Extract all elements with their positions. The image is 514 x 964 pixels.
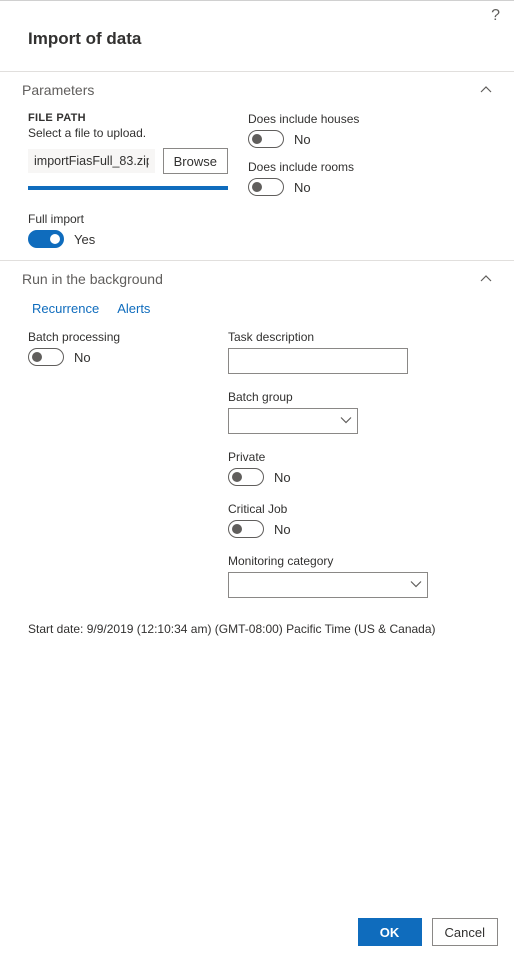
task-description-input[interactable] xyxy=(228,348,408,374)
file-path-hint: Select a file to upload. xyxy=(28,126,228,140)
critical-job-label: Critical Job xyxy=(228,502,486,516)
full-import-label: Full import xyxy=(28,212,486,226)
section-parameters: Parameters FILE PATH Select a file to up… xyxy=(0,71,514,260)
file-path-input[interactable] xyxy=(28,149,155,173)
private-text: No xyxy=(274,470,291,485)
task-description-label: Task description xyxy=(228,330,486,344)
full-import-toggle[interactable] xyxy=(28,230,64,248)
page-title: Import of data xyxy=(0,25,514,71)
private-label: Private xyxy=(228,450,486,464)
section-background: Run in the background Recurrence Alerts … xyxy=(0,260,514,636)
chevron-up-icon xyxy=(480,273,492,285)
help-icon[interactable]: ? xyxy=(491,7,500,25)
include-rooms-label: Does include rooms xyxy=(248,160,486,174)
section-background-title: Run in the background xyxy=(22,271,163,287)
full-import-text: Yes xyxy=(74,232,95,247)
batch-processing-label: Batch processing xyxy=(28,330,208,344)
include-houses-toggle[interactable] xyxy=(248,130,284,148)
critical-job-toggle[interactable] xyxy=(228,520,264,538)
section-background-header[interactable]: Run in the background xyxy=(0,261,514,297)
file-path-label: FILE PATH xyxy=(28,112,228,124)
dialog-footer: OK Cancel xyxy=(0,906,514,964)
section-parameters-title: Parameters xyxy=(22,82,94,98)
include-rooms-toggle[interactable] xyxy=(248,178,284,196)
include-houses-text: No xyxy=(294,132,311,147)
start-date-text: Start date: 9/9/2019 (12:10:34 am) (GMT-… xyxy=(0,618,514,636)
batch-processing-text: No xyxy=(74,350,91,365)
browse-button[interactable]: Browse xyxy=(163,148,228,174)
monitoring-category-label: Monitoring category xyxy=(228,554,486,568)
section-parameters-header[interactable]: Parameters xyxy=(0,72,514,108)
critical-job-text: No xyxy=(274,522,291,537)
batch-processing-toggle[interactable] xyxy=(28,348,64,366)
batch-group-label: Batch group xyxy=(228,390,486,404)
cancel-button[interactable]: Cancel xyxy=(432,918,498,946)
monitoring-category-select[interactable] xyxy=(228,572,428,598)
background-tabs: Recurrence Alerts xyxy=(0,297,514,330)
chevron-up-icon xyxy=(480,84,492,96)
batch-group-select[interactable] xyxy=(228,408,358,434)
tab-recurrence[interactable]: Recurrence xyxy=(32,301,99,316)
file-progress-bar xyxy=(28,186,228,190)
include-rooms-text: No xyxy=(294,180,311,195)
tab-alerts[interactable]: Alerts xyxy=(117,301,150,316)
ok-button[interactable]: OK xyxy=(358,918,422,946)
private-toggle[interactable] xyxy=(228,468,264,486)
include-houses-label: Does include houses xyxy=(248,112,486,126)
